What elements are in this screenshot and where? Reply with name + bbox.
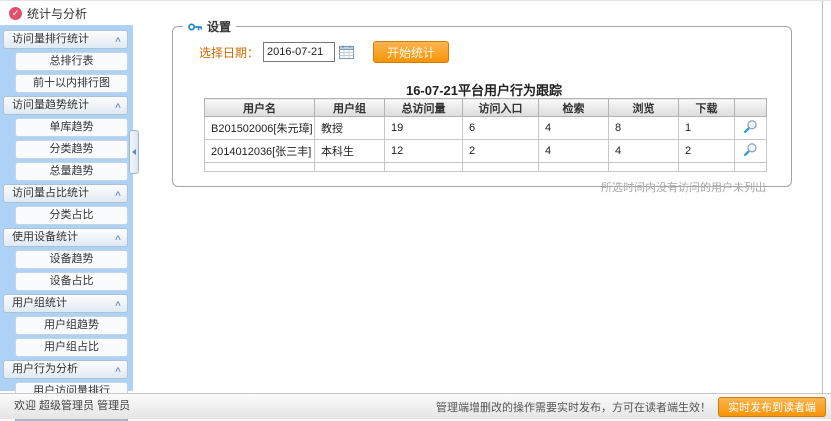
footer-bar: 欢迎 超级管理员 管理员 管理端增删改的操作需要实时发布，方可在读者端生效！ 实… bbox=[0, 393, 831, 419]
report-title: 16-07-21平台用户行为跟踪 bbox=[203, 80, 765, 99]
sidebar-item-total-trend[interactable]: 总量趋势 bbox=[15, 162, 128, 181]
table-cell: 2014012036[张三丰] bbox=[205, 140, 315, 163]
sidebar-group-visits-share[interactable]: 访问量占比统计 ∧ bbox=[3, 184, 128, 203]
table-row: 2014012036[张三丰] 本科生 12 2 4 4 2 bbox=[205, 140, 767, 163]
settings-legend: 设置 bbox=[183, 18, 236, 35]
key-icon bbox=[188, 22, 203, 32]
sidebar-item-single-db-trend[interactable]: 单库趋势 bbox=[15, 118, 128, 137]
table-cell: 12 bbox=[385, 140, 463, 163]
chevron-left-icon bbox=[132, 149, 136, 155]
group-label: 用户行为分析 bbox=[12, 361, 78, 378]
table-cell: 2 bbox=[463, 140, 539, 163]
group-label: 访问量排行统计 bbox=[12, 31, 89, 48]
sidebar-group-visits-trend[interactable]: 访问量趋势统计 ∧ bbox=[3, 96, 128, 115]
table-cell: B201502006[朱元璋] bbox=[205, 117, 315, 140]
table-cell: 本科生 bbox=[315, 140, 385, 163]
sidebar-title: ✓ 统计与分析 bbox=[0, 1, 133, 25]
group-label: 使用设备统计 bbox=[12, 229, 78, 246]
settings-panel: 设置 选择日期： 开始统计 16-07-21平台用户行为跟踪 bbox=[172, 26, 792, 187]
sidebar-item-usergroup-share[interactable]: 用户组占比 bbox=[15, 338, 128, 357]
chevron-up-icon: ∧ bbox=[114, 234, 122, 242]
table-cell-action bbox=[735, 140, 767, 163]
table-header-cell: 用户名 bbox=[205, 99, 315, 117]
date-row: 选择日期： bbox=[199, 42, 354, 62]
table-cell: 1 bbox=[679, 117, 735, 140]
table-cell: 2 bbox=[679, 140, 735, 163]
footer-welcome-text: 欢迎 超级管理员 管理员 bbox=[14, 394, 130, 419]
table-header-cell: 用户组 bbox=[315, 99, 385, 117]
sidebar-item-total-ranking-table[interactable]: 总排行表 bbox=[15, 52, 128, 71]
group-label: 用户组统计 bbox=[12, 295, 67, 312]
sidebar-collapse-handle[interactable] bbox=[129, 130, 139, 174]
table-cell: 4 bbox=[539, 117, 609, 140]
table-header-row: 用户名 用户组 总访问量 访问入口 检索 浏览 下载 bbox=[205, 99, 767, 117]
table-cell: 4 bbox=[609, 140, 679, 163]
table-header-cell: 总访问量 bbox=[385, 99, 463, 117]
window-right-border bbox=[822, 1, 823, 393]
sidebar-item-top10-ranking-chart[interactable]: 前十以内排行图 bbox=[15, 74, 128, 93]
sidebar-group-device-stats[interactable]: 使用设备统计 ∧ bbox=[3, 228, 128, 247]
sidebar-group-usergroup-stats[interactable]: 用户组统计 ∧ bbox=[3, 294, 128, 313]
table-spacer-row bbox=[205, 163, 767, 172]
settings-legend-label: 设置 bbox=[207, 18, 231, 35]
sidebar-item-usergroup-trend[interactable]: 用户组趋势 bbox=[15, 316, 128, 335]
date-input[interactable] bbox=[263, 42, 335, 62]
publish-note-text: 管理端增删改的操作需要实时发布，方可在读者端生效！ bbox=[436, 399, 711, 415]
sidebar-item-category-trend[interactable]: 分类趋势 bbox=[15, 140, 128, 159]
sidebar-group-visits-ranking[interactable]: 访问量排行统计 ∧ bbox=[3, 30, 128, 49]
date-label: 选择日期： bbox=[199, 44, 259, 61]
sidebar-accordion: 访问量排行统计 ∧ 总排行表 前十以内排行图 访问量趋势统计 ∧ 单库趋势 分类… bbox=[0, 25, 133, 391]
check-circle-icon: ✓ bbox=[9, 7, 22, 20]
magnifier-icon[interactable] bbox=[743, 142, 758, 157]
table-note: 所选时间内没有访问的用户未列出 bbox=[204, 179, 766, 195]
table-row: B201502006[朱元璋] 教授 19 6 4 8 1 bbox=[205, 117, 767, 140]
user-behavior-table: 用户名 用户组 总访问量 访问入口 检索 浏览 下载 B201502006[朱元… bbox=[204, 98, 767, 172]
table-header-cell: 访问入口 bbox=[463, 99, 539, 117]
sidebar-item-device-trend[interactable]: 设备趋势 bbox=[15, 250, 128, 269]
magnifier-icon[interactable] bbox=[743, 119, 758, 134]
chevron-up-icon: ∧ bbox=[114, 36, 122, 44]
group-label: 访问量趋势统计 bbox=[12, 97, 89, 114]
table-header-cell bbox=[735, 99, 767, 117]
table-cell: 19 bbox=[385, 117, 463, 140]
sidebar-group-user-behavior[interactable]: 用户行为分析 ∧ bbox=[3, 360, 128, 379]
sidebar: ✓ 统计与分析 访问量排行统计 ∧ 总排行表 前十以内排行图 访问量趋势统计 ∧… bbox=[0, 1, 133, 391]
table-header-cell: 检索 bbox=[539, 99, 609, 117]
chevron-up-icon: ∧ bbox=[114, 102, 122, 110]
table-header-cell: 浏览 bbox=[609, 99, 679, 117]
chevron-up-icon: ∧ bbox=[114, 300, 122, 308]
sidebar-item-category-share[interactable]: 分类占比 bbox=[15, 206, 128, 225]
table-cell-action bbox=[735, 117, 767, 140]
group-label: 访问量占比统计 bbox=[12, 185, 89, 202]
calendar-icon[interactable] bbox=[339, 45, 354, 59]
table-cell: 8 bbox=[609, 117, 679, 140]
publish-to-reader-button[interactable]: 实时发布到读者端 bbox=[718, 397, 826, 417]
table-header-cell: 下载 bbox=[679, 99, 735, 117]
footer-publish-area: 管理端增删改的操作需要实时发布，方可在读者端生效！ 实时发布到读者端 bbox=[436, 394, 826, 419]
sidebar-title-label: 统计与分析 bbox=[27, 5, 87, 22]
sidebar-item-device-share[interactable]: 设备占比 bbox=[15, 272, 128, 291]
chevron-up-icon: ∧ bbox=[114, 190, 122, 198]
table-cell: 6 bbox=[463, 117, 539, 140]
start-statistics-button[interactable]: 开始统计 bbox=[373, 41, 449, 63]
table-cell: 教授 bbox=[315, 117, 385, 140]
table-cell: 4 bbox=[539, 140, 609, 163]
chevron-up-icon: ∧ bbox=[114, 366, 122, 374]
app-window: ✓ 统计与分析 访问量排行统计 ∧ 总排行表 前十以内排行图 访问量趋势统计 ∧… bbox=[0, 0, 831, 421]
